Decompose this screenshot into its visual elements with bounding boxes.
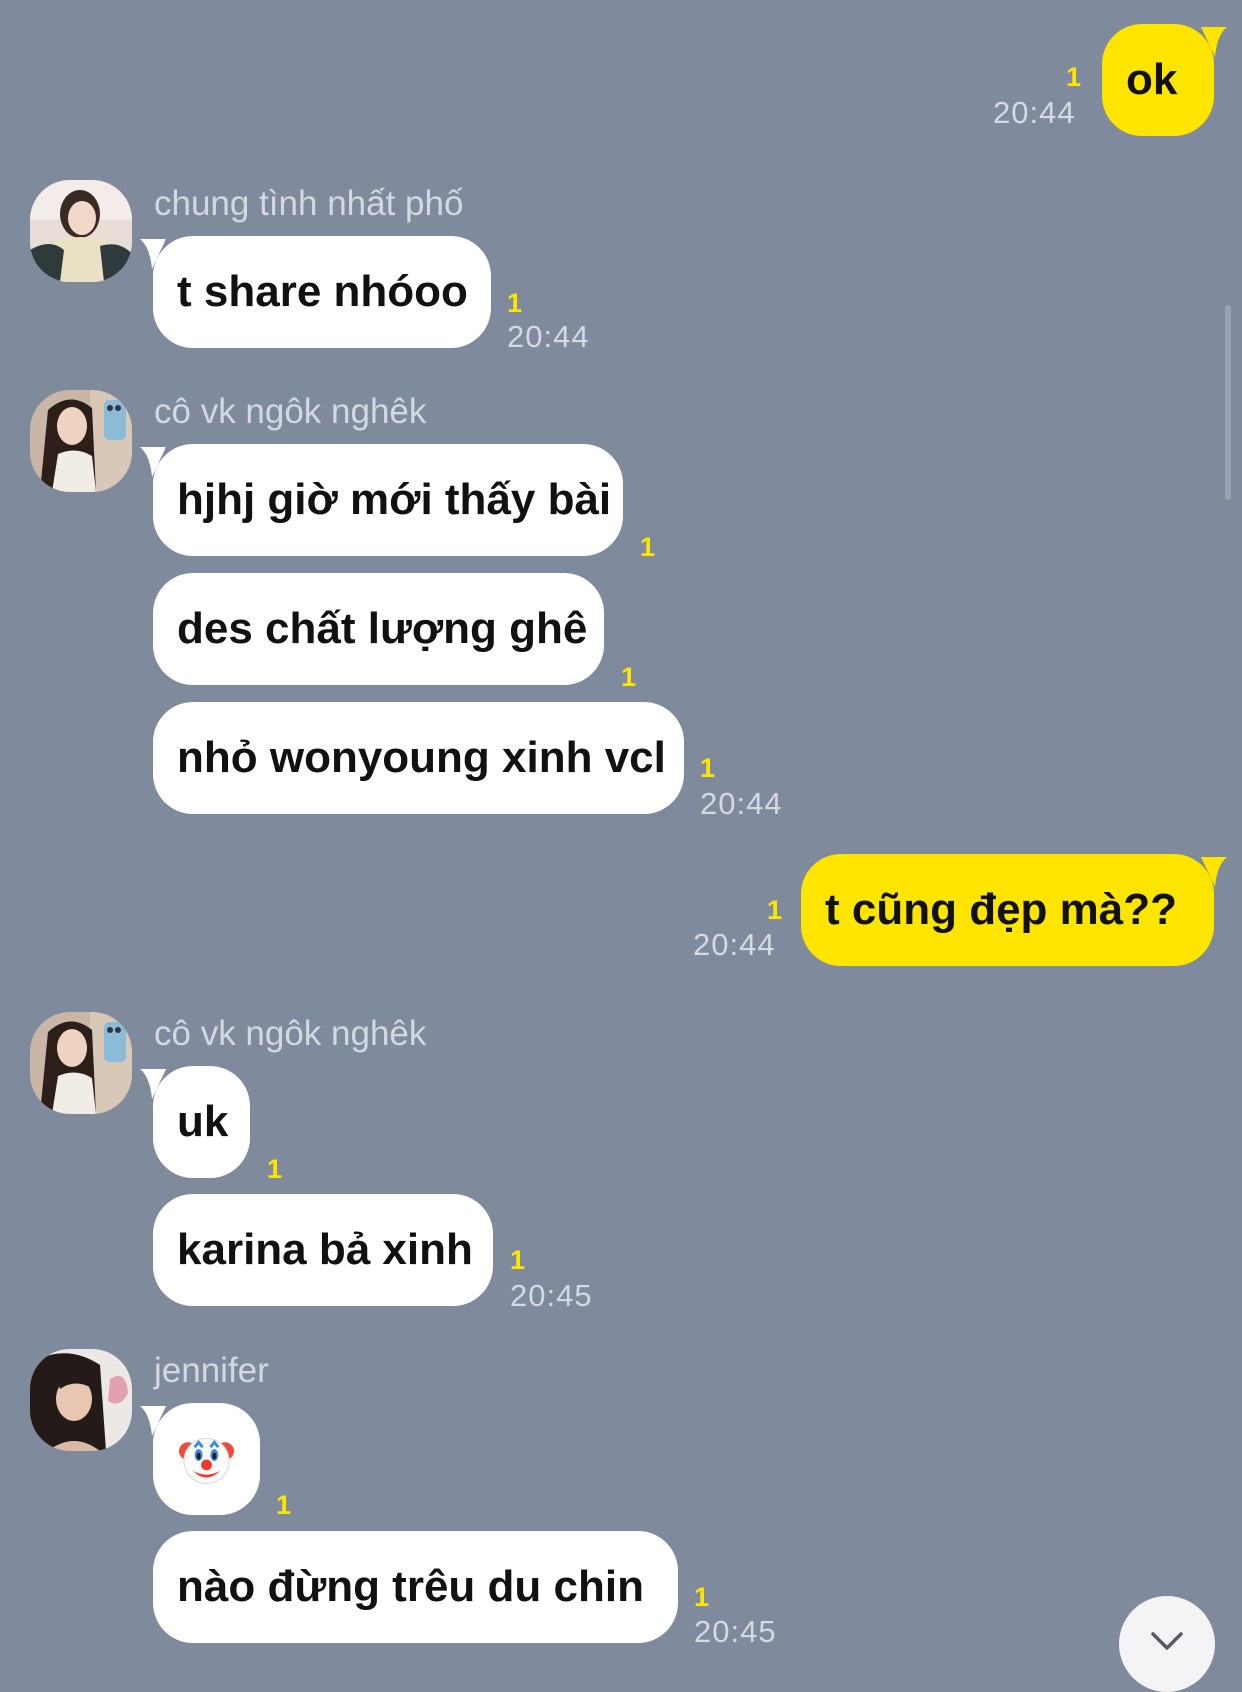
unread-count: 1 xyxy=(276,1490,292,1520)
unread-count: 1 xyxy=(640,532,656,562)
incoming-message-bubble[interactable]: nhỏ wonyoung xinh vcl xyxy=(153,702,684,814)
bubble-tail xyxy=(140,447,166,477)
message-text: des chất lượng ghê xyxy=(177,604,588,653)
sender-name: cô vk ngôk nghêk xyxy=(154,1014,427,1053)
bubble-tail xyxy=(1201,857,1227,887)
message-text: hjhj giờ mới thấy bài xyxy=(177,475,612,524)
sender-name: chung tình nhất phố xyxy=(154,184,464,223)
scrollbar[interactable] xyxy=(1225,305,1231,500)
incoming-message-bubble[interactable]: uk xyxy=(140,1066,250,1178)
unread-count: 1 xyxy=(267,1154,283,1184)
outgoing-message-bubble[interactable]: ok xyxy=(1102,24,1227,136)
outgoing-message-bubble[interactable]: t cũng đẹp mà?? xyxy=(801,854,1227,966)
incoming-message-bubble[interactable] xyxy=(140,1403,260,1515)
unread-count: 1 xyxy=(767,895,783,925)
clown-face-emoji xyxy=(179,1437,234,1485)
incoming-message-bubble[interactable]: des chất lượng ghê xyxy=(153,573,604,685)
avatar-co-vk-ngok-nghek[interactable] xyxy=(30,1012,132,1114)
message-time: 20:45 xyxy=(694,1614,777,1649)
message-text: ok xyxy=(1126,55,1178,104)
unread-count: 1 xyxy=(507,288,523,318)
incoming-message-bubble[interactable]: nào đừng trêu du chin xyxy=(153,1531,678,1643)
incoming-message-bubble[interactable]: t share nhóoo xyxy=(140,236,491,348)
incoming-message-bubble[interactable]: hjhj giờ mới thấy bài xyxy=(140,444,623,556)
sender-name: jennifer xyxy=(154,1351,269,1390)
message-text: nào đừng trêu du chin xyxy=(177,1562,644,1611)
unread-count: 1 xyxy=(510,1245,526,1275)
bubble-tail xyxy=(1201,27,1227,57)
unread-count: 1 xyxy=(694,1582,710,1612)
message-time: 20:44 xyxy=(700,786,783,821)
avatar-co-vk-ngok-nghek[interactable] xyxy=(30,390,132,492)
bubble-tail xyxy=(140,1069,166,1099)
unread-count: 1 xyxy=(1066,62,1082,92)
incoming-message-bubble[interactable]: karina bả xinh xyxy=(153,1194,493,1306)
bubble-tail xyxy=(140,239,166,269)
sender-name: cô vk ngôk nghêk xyxy=(154,392,427,431)
message-time: 20:44 xyxy=(507,319,590,354)
chat-message-list[interactable]: 1 20:44 ok chung tình nhất phố t share n… xyxy=(0,0,1242,1692)
scroll-to-bottom-button[interactable] xyxy=(1119,1596,1215,1692)
avatar-chung-tinh-nhat-pho[interactable] xyxy=(30,180,132,282)
message-time: 20:45 xyxy=(510,1278,593,1313)
chevron-down-icon xyxy=(1151,1632,1183,1650)
message-text: karina bả xinh xyxy=(177,1225,473,1274)
message-text: uk xyxy=(177,1097,229,1146)
avatar-jennifer[interactable] xyxy=(30,1349,132,1451)
unread-count: 1 xyxy=(700,753,716,783)
message-time: 20:44 xyxy=(693,927,776,962)
message-text: t share nhóoo xyxy=(177,267,468,316)
bubble-tail xyxy=(140,1406,166,1436)
message-time: 20:44 xyxy=(993,95,1076,130)
message-text: t cũng đẹp mà?? xyxy=(825,885,1177,934)
message-text: nhỏ wonyoung xinh vcl xyxy=(177,733,666,782)
unread-count: 1 xyxy=(621,662,637,692)
